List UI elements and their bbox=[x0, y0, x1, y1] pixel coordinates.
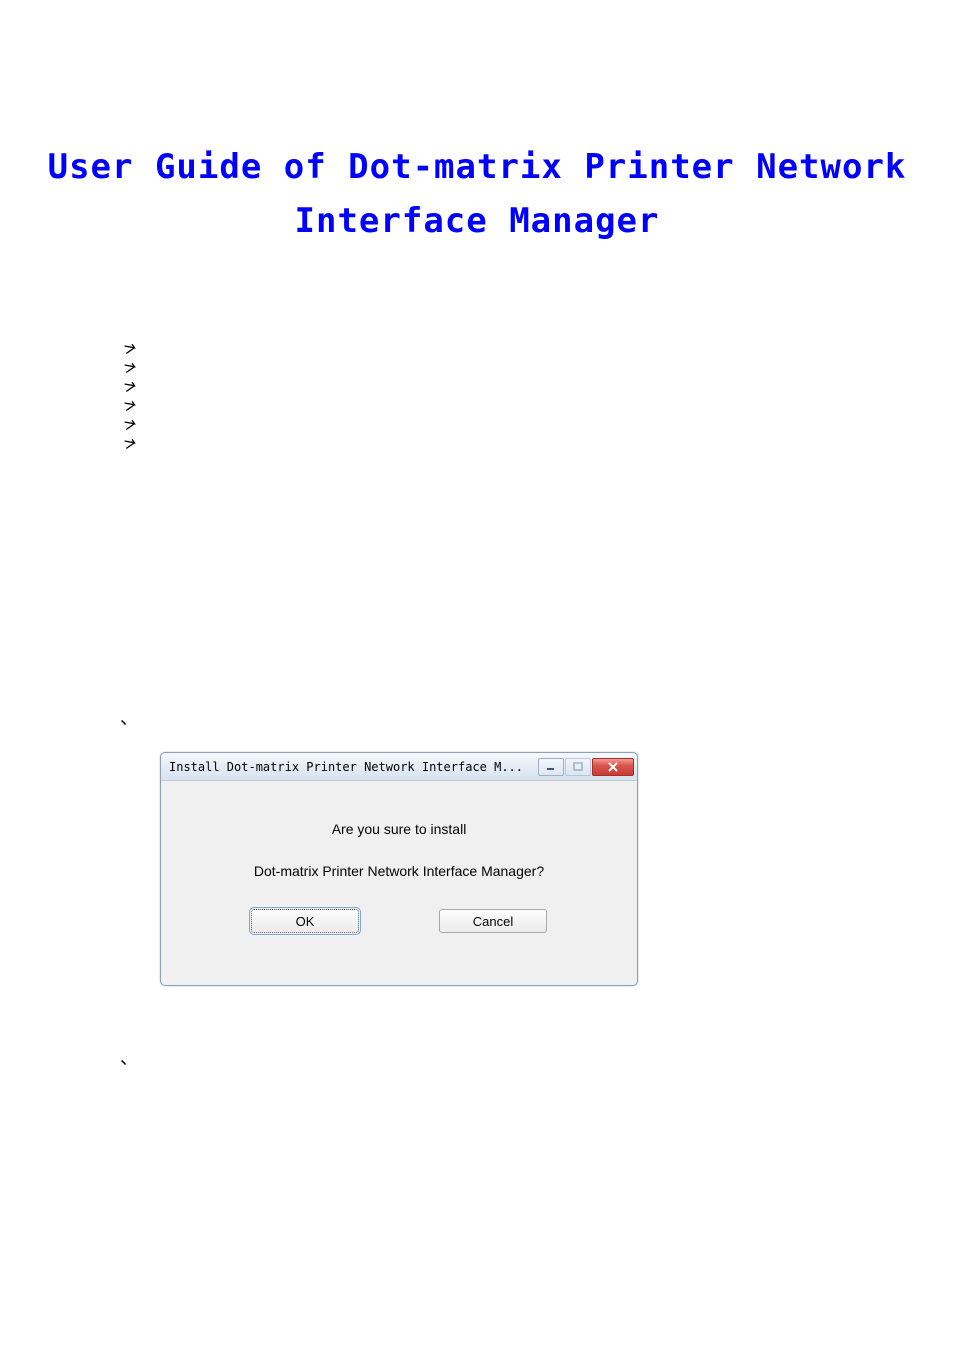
dialog-title: Install Dot-matrix Printer Network Inter… bbox=[169, 760, 537, 774]
install-dialog: Install Dot-matrix Printer Network Inter… bbox=[160, 752, 638, 986]
bullet-arrow-icon bbox=[122, 399, 138, 415]
bullet-arrow-icon bbox=[122, 380, 138, 396]
list-separator-mark: 、 bbox=[120, 1044, 138, 1070]
dialog-footer: OK Cancel bbox=[181, 909, 617, 933]
dialog-titlebar[interactable]: Install Dot-matrix Printer Network Inter… bbox=[161, 753, 637, 781]
page-title-line1: User Guide of Dot-matrix Printer Network bbox=[48, 147, 907, 187]
dialog-body: Are you sure to install Dot-matrix Print… bbox=[161, 781, 637, 933]
maximize-icon bbox=[573, 762, 583, 772]
dialog-message-line1: Are you sure to install bbox=[181, 821, 617, 837]
page-title-line2: Interface Manager bbox=[295, 201, 660, 241]
list-separator-mark: 、 bbox=[120, 704, 138, 730]
close-icon bbox=[607, 762, 619, 772]
bullet-list bbox=[122, 342, 138, 453]
window-controls bbox=[537, 758, 634, 776]
dialog-message-line2: Dot-matrix Printer Network Interface Man… bbox=[181, 863, 617, 879]
bullet-arrow-icon bbox=[122, 437, 138, 453]
bullet-arrow-icon bbox=[122, 342, 138, 358]
minimize-icon bbox=[546, 762, 556, 772]
close-button[interactable] bbox=[592, 758, 634, 776]
minimize-button[interactable] bbox=[538, 758, 564, 776]
cancel-button[interactable]: Cancel bbox=[439, 909, 547, 933]
maximize-button bbox=[565, 758, 591, 776]
bullet-arrow-icon bbox=[122, 361, 138, 377]
page-title: User Guide of Dot-matrix Printer Network… bbox=[0, 0, 954, 249]
ok-button[interactable]: OK bbox=[251, 909, 359, 933]
bullet-arrow-icon bbox=[122, 418, 138, 434]
